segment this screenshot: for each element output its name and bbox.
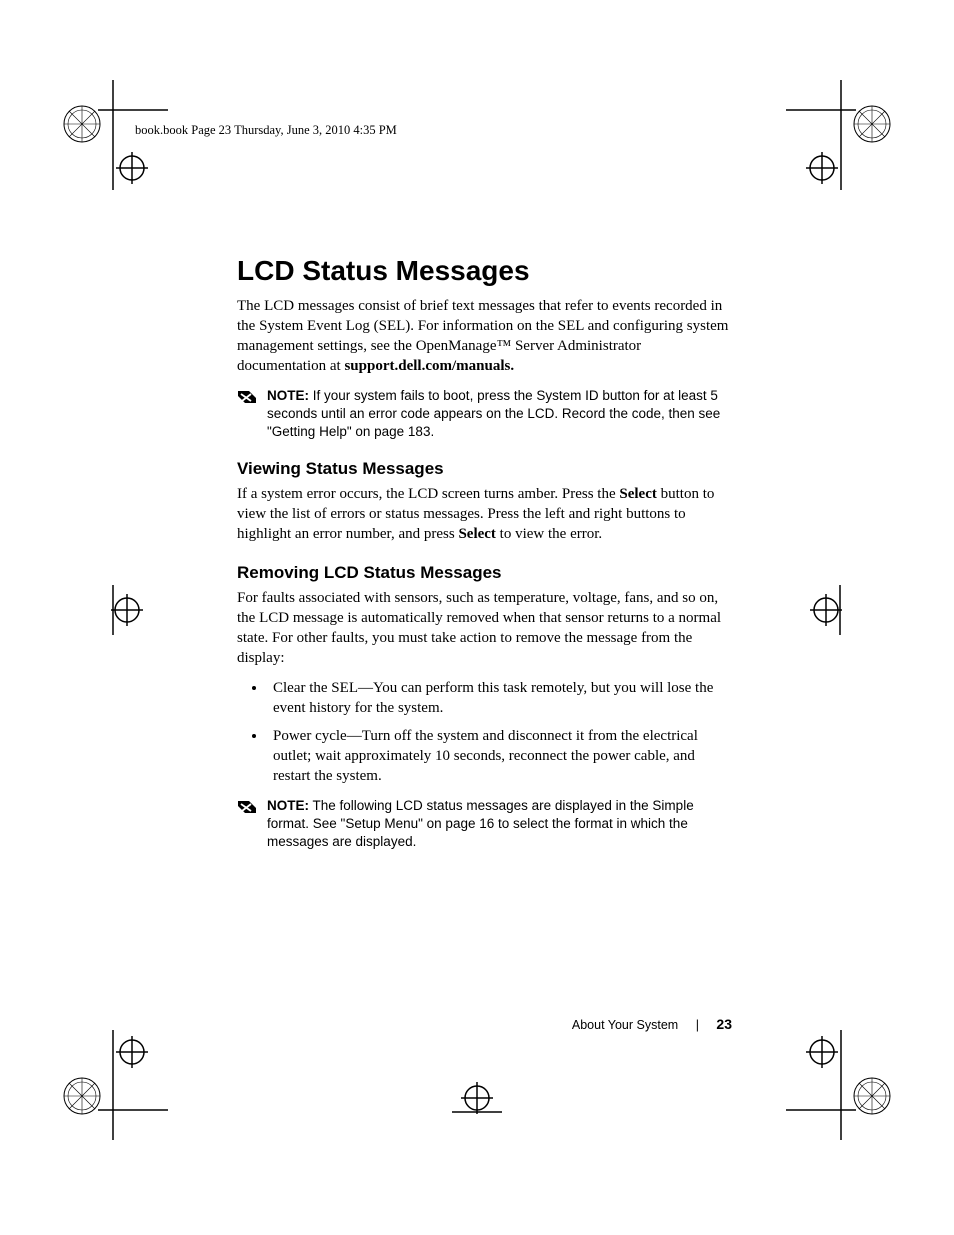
intro-paragraph: The LCD messages consist of brief text m… xyxy=(237,297,732,377)
page-footer: About Your System | 23 xyxy=(572,1016,732,1032)
crop-mark-icon xyxy=(95,585,145,635)
heading-viewing: Viewing Status Messages xyxy=(237,459,732,479)
note-1-body: If your system fails to boot, press the … xyxy=(267,388,720,439)
viewing-b2: Select xyxy=(458,526,495,542)
list-item: Clear the SEL—You can perform this task … xyxy=(267,679,732,719)
footer-separator: | xyxy=(696,1018,699,1032)
viewing-b1: Select xyxy=(619,486,656,502)
crop-mark-icon xyxy=(786,80,896,190)
note-1-text: NOTE: If your system fails to boot, pres… xyxy=(267,387,732,442)
note-label: NOTE: xyxy=(267,388,309,403)
heading-removing: Removing LCD Status Messages xyxy=(237,563,732,583)
crop-mark-icon xyxy=(58,1030,168,1140)
note-icon xyxy=(237,799,257,815)
note-icon xyxy=(237,389,257,405)
viewing-pre: If a system error occurs, the LCD screen… xyxy=(237,486,619,502)
note-2-text: NOTE: The following LCD status messages … xyxy=(267,797,732,852)
viewing-paragraph: If a system error occurs, the LCD screen… xyxy=(237,485,732,545)
viewing-post: to view the error. xyxy=(496,526,602,542)
document-page: book.book Page 23 Thursday, June 3, 2010… xyxy=(0,0,954,1235)
list-item: Power cycle—Turn off the system and disc… xyxy=(267,727,732,787)
note-2-body: The following LCD status messages are di… xyxy=(267,798,694,849)
crop-mark-icon xyxy=(808,585,858,635)
crop-mark-icon xyxy=(786,1030,896,1140)
removing-paragraph: For faults associated with sensors, such… xyxy=(237,589,732,669)
note-блок-1: NOTE: If your system fails to boot, pres… xyxy=(237,387,732,442)
crop-mark-icon xyxy=(452,1080,502,1130)
running-header: book.book Page 23 Thursday, June 3, 2010… xyxy=(135,123,397,138)
footer-section: About Your System xyxy=(572,1018,678,1032)
page-number: 23 xyxy=(716,1016,732,1032)
removing-bullets: Clear the SEL—You can perform this task … xyxy=(237,679,732,787)
page-title: LCD Status Messages xyxy=(237,255,732,287)
note-block-2: NOTE: The following LCD status messages … xyxy=(237,797,732,852)
page-content: LCD Status Messages The LCD messages con… xyxy=(237,255,732,861)
intro-link-text: support.dell.com/manuals. xyxy=(344,358,514,374)
note-label: NOTE: xyxy=(267,798,309,813)
